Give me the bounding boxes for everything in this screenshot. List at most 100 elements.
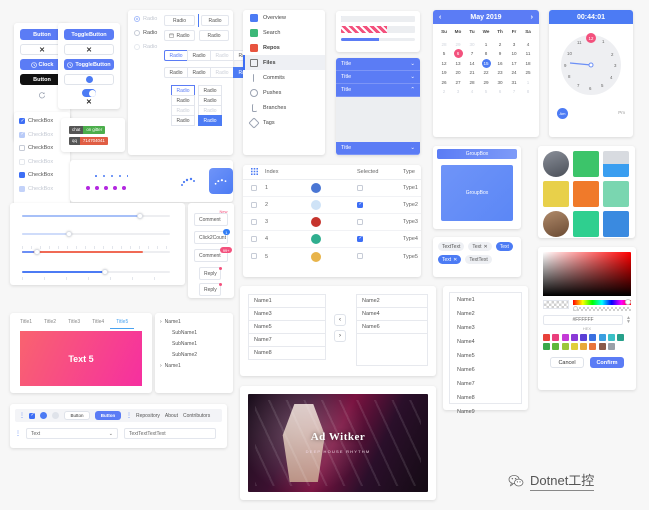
row-checkbox[interactable] [243, 253, 265, 260]
calendar-day[interactable]: 7 [465, 49, 479, 59]
calendar-day[interactable]: 2 [437, 87, 451, 97]
list-item[interactable]: Name8 [450, 391, 521, 405]
menu-item-about[interactable]: About [165, 413, 178, 419]
slider-1[interactable] [22, 212, 170, 219]
slider-2[interactable] [22, 230, 170, 237]
table-row[interactable]: 5 Type5 [243, 248, 421, 265]
list-item[interactable]: Name6 [357, 321, 427, 334]
row-selected-checkbox[interactable] [357, 253, 403, 260]
pixel-avatar[interactable] [573, 211, 599, 237]
color-swatch[interactable] [570, 334, 578, 341]
drag-handle-icon[interactable]: ⋮ [15, 430, 21, 437]
drag-handle-icon[interactable]: ⋮ [19, 412, 25, 419]
checkbox-solid[interactable] [19, 172, 25, 178]
slider-3[interactable] [22, 246, 170, 255]
menu-item-repository[interactable]: Repository [136, 413, 160, 419]
slider-track[interactable] [22, 268, 170, 275]
list-item[interactable]: Name3 [248, 308, 326, 321]
slider-knob[interactable] [33, 248, 40, 255]
photo-avatar[interactable] [543, 151, 569, 177]
calendar-day[interactable]: 27 [451, 78, 465, 88]
alpha-slider[interactable] [573, 306, 631, 311]
badge-button-reply-1[interactable]: Reply [199, 266, 222, 280]
clock-pm-button[interactable]: Pm [618, 110, 625, 115]
calendar-day[interactable]: 5 [437, 49, 451, 59]
slider-knob[interactable] [137, 212, 144, 219]
row-selected-checkbox[interactable] [357, 201, 403, 208]
slider-track[interactable] [22, 248, 170, 255]
row-checkbox[interactable] [243, 201, 265, 208]
sidebar-item-pushes[interactable]: Pushes [243, 85, 325, 100]
sidebar-item-files[interactable]: Files [243, 55, 325, 70]
radio-button-top-2[interactable]: Radio [201, 15, 229, 26]
list-item[interactable]: Name8 [248, 347, 326, 360]
calendar-day[interactable]: 13 [451, 59, 465, 69]
color-swatch[interactable] [552, 343, 560, 351]
clock-face[interactable]: 12 1 2 3 4 5 6 7 8 9 10 11 [561, 33, 621, 95]
row-checkbox[interactable] [243, 184, 265, 191]
slider-track[interactable] [22, 212, 170, 219]
calendar-day[interactable]: 25 [521, 68, 535, 78]
pixel-avatar[interactable] [603, 151, 629, 177]
badge-button-comment-new[interactable]: Comment New [194, 209, 228, 226]
calendar-day[interactable]: 8 [521, 87, 535, 97]
sidebar-item-search[interactable]: Search [243, 25, 325, 40]
photo-avatar[interactable] [543, 211, 569, 237]
calendar-day[interactable]: 3 [451, 87, 465, 97]
table-column-type[interactable]: Type [403, 169, 421, 175]
badge-button-reply-2[interactable]: Reply [199, 282, 222, 296]
calendar-day[interactable]: 2 [493, 40, 507, 50]
badge-button-click2count[interactable]: Click2Count 1 [194, 229, 230, 244]
tree-node-child[interactable]: SubName2 [160, 352, 228, 358]
calendar-day[interactable]: 22 [479, 68, 493, 78]
radio-group1-item[interactable]: Radio [187, 50, 211, 61]
close-icon[interactable]: ✕ [453, 257, 457, 263]
checkbox-unchecked[interactable] [19, 145, 25, 151]
list-item[interactable]: Name3 [450, 321, 521, 335]
calendar-day[interactable]: 28 [437, 40, 451, 50]
cancel-button[interactable]: Cancel [550, 357, 584, 369]
toolbar-radio-off[interactable] [52, 412, 59, 419]
calendar-day[interactable]: 7 [507, 87, 521, 97]
hue-slider[interactable] [573, 299, 631, 305]
toggle-switch-half[interactable] [82, 89, 96, 97]
color-swatch[interactable] [543, 334, 550, 341]
color-swatch[interactable] [589, 343, 597, 351]
calendar-day[interactable]: 3 [507, 40, 521, 50]
pixel-avatar[interactable] [603, 211, 629, 237]
color-swatch[interactable] [561, 334, 569, 341]
pixel-avatar[interactable] [573, 151, 599, 177]
checkbox-row[interactable]: CheckBox [19, 172, 65, 178]
checkbox-row[interactable]: CheckBox [19, 118, 65, 124]
calendar-day[interactable]: 21 [465, 68, 479, 78]
transfer-move-right-button[interactable]: › [334, 330, 346, 342]
calendar-title[interactable]: May 2019 [470, 14, 501, 21]
tree-node-child[interactable]: SubName1 [160, 330, 228, 336]
calendar-day[interactable]: 4 [465, 87, 479, 97]
sidebar-item-branches[interactable]: Branches [243, 100, 325, 115]
grid-icon[interactable] [243, 167, 265, 177]
menu-item-contributors[interactable]: Contributors [183, 413, 210, 419]
radio-grid-item[interactable]: Radio [198, 115, 222, 126]
list-item[interactable]: Name4 [357, 308, 427, 321]
sidebar-item-repos[interactable]: Repos [243, 40, 325, 55]
confirm-button[interactable]: Confirm [590, 357, 624, 369]
table-row[interactable]: 3 Type3 [243, 214, 421, 231]
close-icon[interactable]: ✕ [484, 244, 488, 250]
calendar-day[interactable]: 30 [465, 40, 479, 50]
alpha-checker[interactable] [543, 300, 569, 309]
tree-node-root[interactable]: › Name1 [160, 319, 228, 325]
calendar-day[interactable]: 14 [465, 59, 479, 69]
accordion-header[interactable]: Title ⌄ [336, 71, 420, 84]
list-item[interactable]: Name6 [450, 363, 521, 377]
row-selected-checkbox[interactable] [357, 184, 403, 191]
table-column-selected[interactable]: Selected [357, 169, 403, 175]
row-selected-checkbox[interactable] [357, 218, 403, 225]
table-row[interactable]: 2 Type2 [243, 197, 421, 214]
tag-chip-closable[interactable]: Text ✕ [468, 242, 492, 251]
checkbox-checked[interactable] [19, 118, 25, 124]
color-swatch[interactable] [598, 334, 606, 341]
tag-chip[interactable]: TextText [465, 255, 492, 264]
calendar-day[interactable]: 24 [507, 68, 521, 78]
radio-button-mid-2[interactable]: Radio [199, 30, 229, 41]
